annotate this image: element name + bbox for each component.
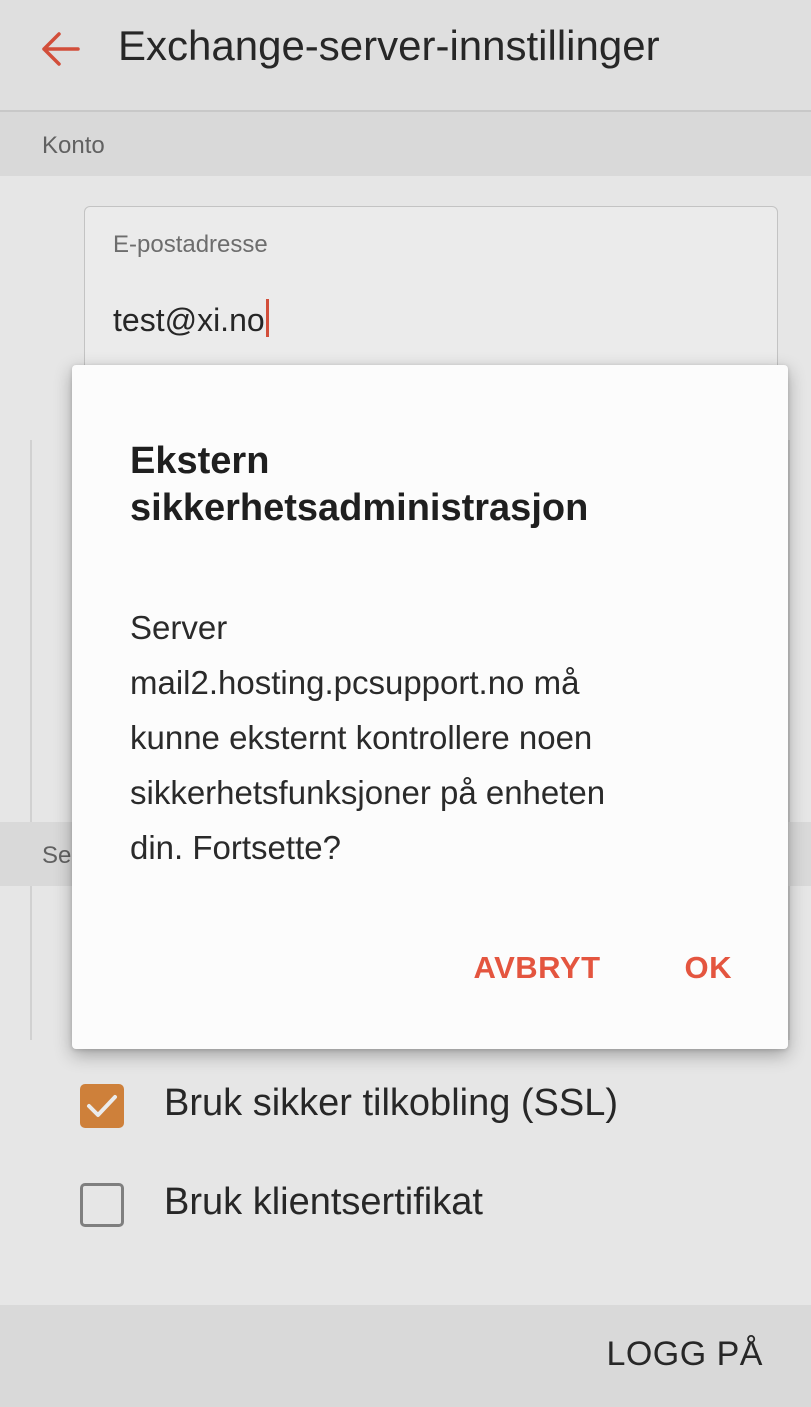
cancel-button[interactable]: AVBRYT (474, 950, 601, 986)
dialog-message-line: mail2.hosting.pcsupport.no må (130, 664, 580, 701)
dialog-message-line: sikkerhetsfunksjoner på enheten (130, 774, 606, 811)
ok-button[interactable]: OK (685, 950, 733, 986)
dialog-message-line: din. Fortsette? (130, 829, 341, 866)
dialog-title-line: Ekstern (130, 440, 270, 482)
dialog-message-line: Server (130, 609, 228, 646)
dialog-title-line: sikkerhetsadministrasjon (130, 487, 589, 529)
dialog-message: Server mail2.hosting.pcsupport.no må kun… (130, 600, 760, 875)
dialog-message-line: kunne eksternt kontrollere noen (130, 719, 593, 756)
dialog-actions: AVBRYT OK (390, 950, 733, 994)
dialog-title: Ekstern sikkerhetsadministrasjon (130, 438, 750, 532)
security-admin-dialog: Ekstern sikkerhetsadministrasjon Server … (72, 365, 788, 1049)
settings-screen: Exchange-server-innstillinger Konto E-po… (0, 0, 811, 1407)
